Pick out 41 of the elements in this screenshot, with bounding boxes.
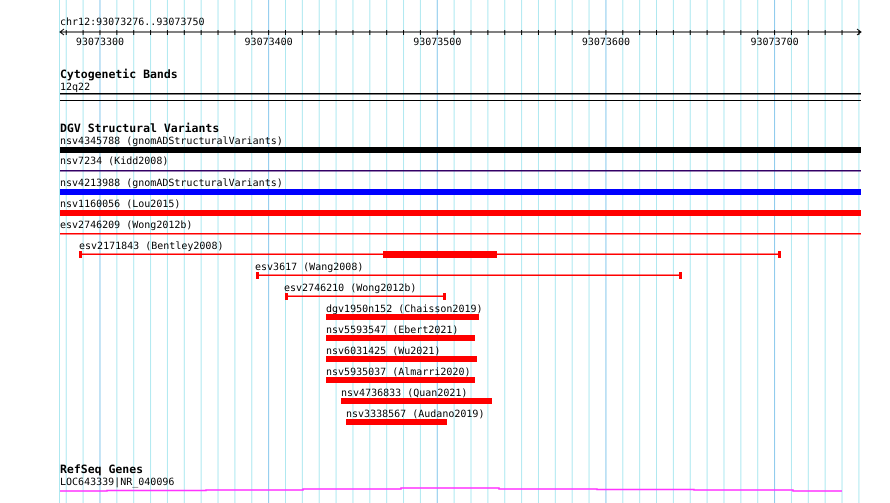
- feature-label: nsv1160056 (Lou2015): [60, 199, 180, 210]
- variant-bar[interactable]: [60, 147, 861, 153]
- locus-label: chr12:93073276..93073750: [60, 17, 204, 28]
- feature-label: nsv4213988 (gnomADStructuralVariants): [60, 178, 283, 189]
- ruler-label: 93073600: [582, 37, 630, 48]
- band-line[interactable]: [60, 93, 861, 94]
- feature-label: 12q22: [60, 82, 90, 93]
- variant-span[interactable]: [256, 272, 682, 279]
- feature-label: nsv6031425 (Wu2021): [326, 346, 440, 357]
- ruler-label: 93073300: [76, 37, 124, 48]
- feature-label: nsv4345788 (gnomADStructuralVariants): [60, 136, 283, 147]
- ruler-label: 93073500: [413, 37, 462, 48]
- feature-label: esv2746210 (Wong2012b): [284, 283, 416, 294]
- variant-span[interactable]: [285, 293, 446, 300]
- variant-line[interactable]: [60, 233, 861, 234]
- variant-bar[interactable]: [341, 398, 492, 404]
- variant-bar[interactable]: [60, 189, 861, 195]
- feature-label: nsv7234 (Kidd2008): [60, 156, 168, 167]
- variant-bar[interactable]: [346, 419, 447, 425]
- feature-label: esv2171843 (Bentley2008): [79, 241, 224, 252]
- ruler-label: 93073400: [244, 37, 293, 48]
- feature-label: dgv1950n152 (Chaisson2019): [326, 304, 483, 315]
- track-title: Cytogenetic Bands: [60, 67, 178, 81]
- feature-label: esv2746209 (Wong2012b): [60, 220, 192, 231]
- variant-bar[interactable]: [60, 210, 861, 216]
- feature-label: nsv4736833 (Quan2021): [341, 388, 468, 399]
- variant-line[interactable]: [60, 170, 861, 172]
- track-title: DGV Structural Variants: [60, 121, 220, 135]
- variant-bar[interactable]: [326, 335, 475, 341]
- variant-bar[interactable]: [326, 314, 479, 320]
- variant-bar[interactable]: [326, 377, 475, 383]
- feature-label: nsv5593547 (Ebert2021): [326, 325, 458, 336]
- variant-bar[interactable]: [326, 356, 477, 362]
- feature-label: nsv5935037 (Almarri2020): [326, 367, 470, 378]
- track-title: RefSeq Genes: [60, 462, 144, 476]
- gene-line[interactable]: [60, 487, 843, 492]
- variant-span[interactable]: [79, 251, 781, 258]
- feature-label: esv3617 (Wang2008): [255, 262, 364, 273]
- ruler-label: 93073700: [750, 37, 799, 48]
- feature-label: nsv3338567 (Audano2019): [346, 409, 484, 420]
- feature-label: LOC643339|NR_040096: [60, 477, 174, 488]
